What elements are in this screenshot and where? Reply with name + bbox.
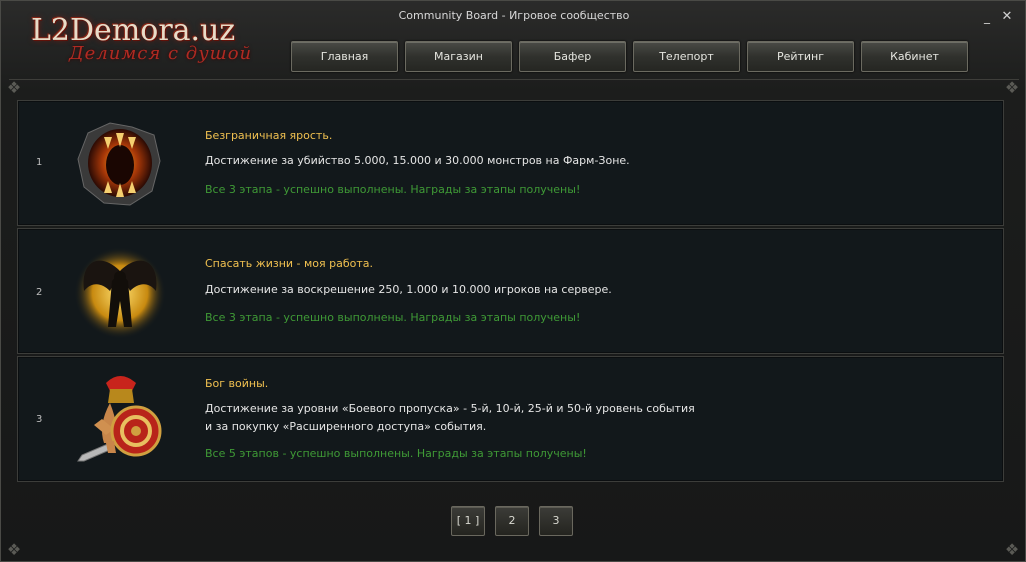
nav-shop-button[interactable]: Магазин: [405, 41, 512, 72]
spartan-warrior-icon: [70, 369, 170, 469]
page-1-button[interactable]: [ 1 ]: [451, 506, 485, 536]
achievement-description-line-2: и за покупку «Расширенного доступа» собы…: [205, 420, 487, 433]
nav-buffer-button[interactable]: Бафер: [519, 41, 626, 72]
page-2-button[interactable]: 2: [495, 506, 529, 536]
achievement-status: Все 5 этапов - успешно выполнены. Наград…: [205, 447, 587, 460]
logo-subtitle: Делимся с душой: [69, 43, 253, 64]
achievement-row: 2 Спасать жизни - моя работа. Достижение…: [17, 228, 1004, 354]
achievement-number: 3: [36, 414, 43, 425]
achievement-description-line-1: Достижение за уровни «Боевого пропуска» …: [205, 402, 695, 415]
frame-corner-icon: ❖: [6, 540, 22, 559]
achievement-row: 3 Бог войны. Достижение за уровни «Боево…: [17, 356, 1004, 482]
header-divider: [9, 79, 1019, 85]
achievement-description: Достижение за воскрешение 250, 1.000 и 1…: [205, 283, 612, 296]
achievement-title: Спасать жизни - моя работа.: [205, 257, 374, 270]
fiery-maw-icon: [70, 113, 170, 213]
achievement-number: 2: [36, 287, 43, 298]
achievement-description: Достижение за убийство 5.000, 15.000 и 3…: [205, 154, 630, 167]
nav-rating-button[interactable]: Рейтинг: [747, 41, 854, 72]
nav-teleport-button[interactable]: Телепорт: [633, 41, 740, 72]
nav-cabinet-button[interactable]: Кабинет: [861, 41, 968, 72]
achievement-number: 1: [36, 157, 43, 168]
community-board-window: Community Board - Игровое сообщество _ ✕…: [0, 0, 1026, 562]
winged-saviour-icon: [70, 241, 170, 341]
frame-corner-icon: ❖: [1004, 78, 1020, 97]
achievement-row: 1 Безграничная ярость. Достижение за уби…: [17, 100, 1004, 226]
frame-corner-icon: ❖: [6, 78, 22, 97]
achievement-status: Все 3 этапа - успешно выполнены. Награды…: [205, 183, 581, 196]
achievement-status: Все 3 этапа - успешно выполнены. Награды…: [205, 311, 581, 324]
achievement-title: Бог войны.: [205, 377, 269, 390]
minimize-button[interactable]: _: [980, 10, 994, 24]
server-logo[interactable]: L2Demora.uz Делимся с душой: [31, 13, 261, 73]
nav-home-button[interactable]: Главная: [291, 41, 398, 72]
close-button[interactable]: ✕: [1000, 10, 1014, 24]
achievement-title: Безграничная ярость.: [205, 129, 333, 142]
page-3-button[interactable]: 3: [539, 506, 573, 536]
frame-corner-icon: ❖: [1004, 540, 1020, 559]
